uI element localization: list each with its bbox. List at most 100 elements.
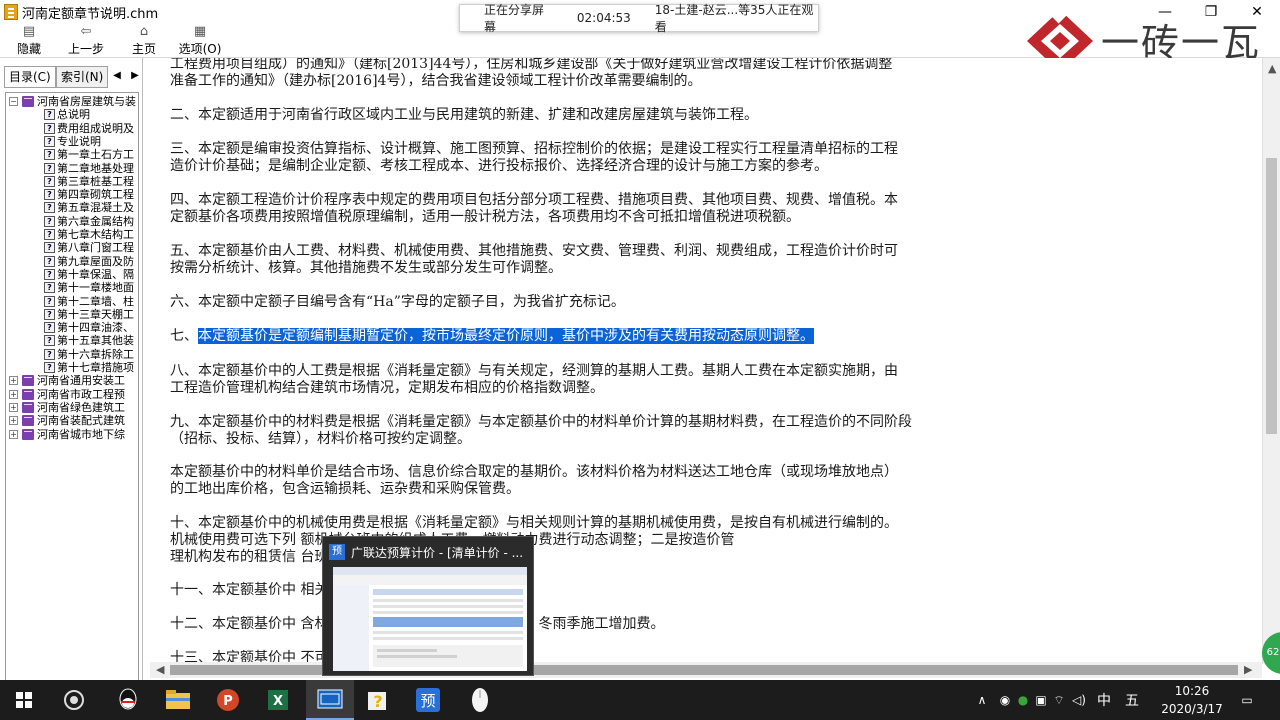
content-scroll-thumb[interactable] [1266,158,1277,434]
tree-item-label: 河南省市政工程预 [37,388,125,401]
expand-icon[interactable]: + [9,416,18,425]
taskbar-qq[interactable] [104,680,152,720]
expand-icon[interactable]: + [9,376,18,385]
tray-expand-icon[interactable]: ∧ [972,680,992,720]
expand-icon[interactable]: + [9,390,18,399]
paragraph-line: 工程费用项目组成）的通知》（建标[2013]44号），住房和城乡建设部《关于做好… [170,58,893,72]
tray-security-icon[interactable]: ● [1014,680,1032,720]
share-viewers[interactable]: 18-土建-赵云...等35人正在观看 [655,1,818,35]
tray-qq-icon[interactable]: ◉ [996,680,1014,720]
taskbar-powerpoint[interactable]: P [204,680,252,720]
expand-icon[interactable]: + [9,403,18,412]
tree-item-label: 第十三章天棚工 [57,308,134,321]
svg-text:X: X [273,694,283,709]
nav-tabs: 目录(C) 索引(N) ◀ ▶ [4,66,144,88]
options-icon: ▦ [193,24,207,39]
home-icon: ⌂ [139,24,149,39]
taskbar-glodon-budget[interactable]: 预 [404,680,452,720]
paragraph-line: 按需分析统计、核算。其他措施费不发生或部分发生可作调整。 [170,260,562,276]
paragraph-line: 的工地出库价格，包含运输损耗、运杂费和采购保管费。 [170,481,520,497]
back-button[interactable]: ⇦ 上一步 [64,24,108,58]
system-clock[interactable]: 10:26 2020/3/17 [1152,682,1232,718]
tree-item-label: 河南省装配式建筑 [37,414,125,427]
tree-item-label: 第十四章油漆、 [57,321,134,334]
tray-wifi-icon[interactable]: ⌔ [1050,680,1068,720]
help-page-icon: ? [44,296,55,307]
tab-index[interactable]: 索引(N) [56,66,109,88]
hide-button[interactable]: ▤ 隐藏 [12,24,46,58]
help-page-icon: ? [44,149,55,160]
tray-volume-icon[interactable]: ◁) [1068,680,1090,720]
clock-date: 2020/3/17 [1161,702,1223,716]
expand-icon[interactable]: + [9,430,18,439]
tree-item-label: 第十七章措施项 [57,361,134,374]
glodon-budget-icon: 预 [416,688,440,712]
taskbar-file-explorer[interactable] [154,680,202,720]
tree-item-label: 第四章砌筑工程 [57,188,134,201]
screen-share-banner[interactable]: 正在分享屏幕 02:04:53 18-土建-赵云...等35人正在观看 [459,1,819,35]
tree-item-label: 第二章地基处理 [57,162,134,175]
tray-network-misc-icon[interactable]: ▣ [1032,680,1050,720]
paragraph-line: 造价计价基础；是编制企业定额、考核工程成本、进行投标报价、选择经济合理的设计与施… [170,158,828,174]
options-button[interactable]: ▦ 选项(O) [176,24,224,58]
scroll-up-icon[interactable]: ▲ [1268,62,1276,75]
book-icon [22,402,34,413]
preview-title: 广联达预算计价 - [清单计价 - ... [351,545,524,560]
capture-icon [472,688,488,712]
paragraph: 七、本定额基价是定额编制基期暂定价，按市场最终定价原则，基价中涉及的有关费用按动… [170,328,1230,345]
tree-item-label: 第六章金属结构 [57,215,134,228]
cortana-button[interactable] [50,680,98,720]
windows-logo-icon [16,692,32,708]
tree-item-label: 河南省城市地下综 [37,428,125,441]
scroll-right-content-icon[interactable]: ▶ [1244,663,1252,676]
help-page-icon: ? [44,229,55,240]
paragraph-line: 六、本定额中定额子目编号含有“Ha”字母的定额子目，为我省扩充标记。 [170,294,625,310]
glodon-gcl-icon [317,689,343,709]
help-page-icon: ? [44,335,55,346]
windows-taskbar: P X ? 预 ∧ ◉ ● ▣ ⌔ ◁) 中 五 10:26 2020/3/17… [0,680,1280,720]
preview-title-row: 预 广联达预算计价 - [清单计价 - ... [329,543,523,561]
paragraph-line: 二、本定额适用于河南省行政区域内工业与民用建筑的新建、扩建和改建房屋建筑与装饰工… [170,107,758,123]
preview-thumbnail[interactable] [333,567,527,671]
home-label: 主页 [131,42,156,56]
help-page-icon: ? [44,216,55,227]
ime-mode[interactable]: 中 [1092,680,1116,720]
powerpoint-icon: P [217,689,239,711]
tree-item-label: 第八章门窗工程 [57,241,134,254]
tab-next-icon[interactable]: ▶ [128,69,142,83]
scroll-left-content-icon[interactable]: ◀ [156,663,164,676]
taskbar-preview[interactable]: 预 广联达预算计价 - [清单计价 - ... [322,536,534,676]
home-button[interactable]: ⌂ 主页 [128,24,160,58]
paragraph-line: 五、本定额基价由人工费、材料费、机械使用费、其他措施费、安文费、管理费、利润、规… [170,243,898,259]
notification-icon[interactable]: ▭ [1236,680,1258,720]
collapse-icon[interactable]: − [9,97,18,106]
help-page-icon: ? [44,256,55,267]
help-page-icon: ? [44,269,55,280]
tab-contents[interactable]: 目录(C) [4,66,56,88]
help-page-icon: ? [44,163,55,174]
help-page-icon: ? [44,123,55,134]
start-button[interactable] [0,680,48,720]
glodon-app-icon: 预 [329,544,345,560]
ime-wubi[interactable]: 五 [1120,680,1144,720]
content-vertical-scrollbar[interactable]: ▲ [1262,58,1280,664]
paragraph-line: 三、本定额是编审投资估算指标、设计概算、施工图预算、招标控制价的依据；是建设工程… [170,141,898,157]
paragraph-line: 定额基价各项费用按照增值税原理编制，适用一般计税方法，各项费用均不含可抵扣增值税… [170,209,800,225]
paragraph-line: 十、本定额基价中的机械使用费是根据《消耗量定额》与相关规则计算的基期机械使用费，… [170,515,898,531]
tree-item-label: 第三章桩基工程 [57,175,134,188]
options-label: 选项(O) [178,42,222,56]
chm-app-icon [4,4,18,20]
taskbar-excel[interactable]: X [254,680,302,720]
selected-text[interactable]: 本定额基价是定额编制基期暂定价，按市场最终定价原则，基价中涉及的有关费用按动态原… [198,328,814,344]
tree-item-label: 第一章土石方工 [57,148,134,161]
tree-item-label: 费用组成说明及 [57,122,134,135]
qq-icon [119,688,137,710]
taskbar-capture[interactable] [456,680,504,720]
tree-item-label: 河南省绿色建筑工 [37,401,125,414]
taskbar-glodon-gcl[interactable] [306,680,354,720]
contents-tree[interactable]: − 河南省房屋建筑与装? 总说明? 费用组成说明及? 专业说明? 第一章土石方工? 第二章地… [5,92,139,710]
help-page-icon: ? [44,109,55,120]
content-horizontal-scrollbar[interactable]: ◀ ▶ [150,662,1262,678]
taskbar-help-chm[interactable]: ? [354,680,402,720]
tab-prev-icon[interactable]: ◀ [110,69,124,83]
